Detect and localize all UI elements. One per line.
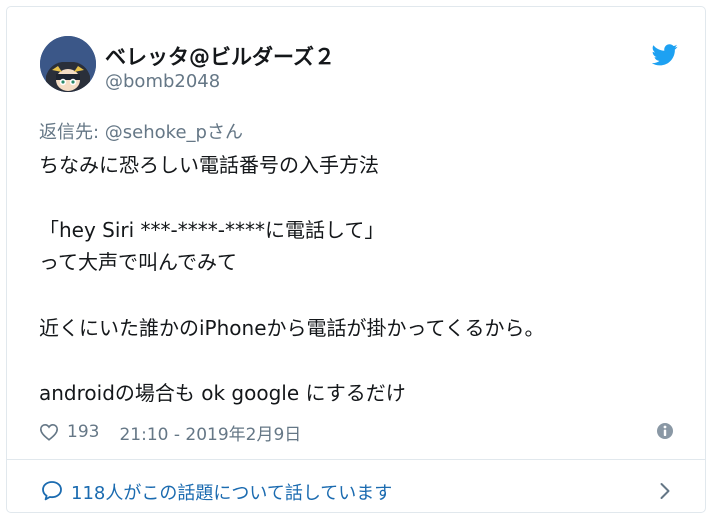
tweet-text-line: 「hey Siri ***-****-****に電話して」 <box>39 218 385 242</box>
conversation-link[interactable]: 118人がこの話題について話しています <box>7 460 705 512</box>
display-name[interactable]: ベレッタ@ビルダーズ２ <box>105 41 335 71</box>
user-handle[interactable]: @bomb2048 <box>105 71 220 92</box>
tweet-text-line: 近くにいた誰かのiPhoneから電話が掛かってくるから。 <box>39 316 545 340</box>
speech-bubble-icon <box>42 481 62 501</box>
timestamp[interactable]: 21:10 - 2019年2月9日 <box>119 420 301 445</box>
tweet-text-line: ちなみに恐ろしい電話番号の入手方法 <box>39 153 379 177</box>
tweet-card[interactable]: ベレッタ@ビルダーズ２ @bomb2048 返信先: @sehoke_pさん ち… <box>6 6 706 513</box>
chevron-right-icon[interactable] <box>659 482 671 500</box>
tweet-text-line: って大声で叫んでみて <box>39 250 237 274</box>
avatar-image <box>40 36 96 92</box>
avatar[interactable] <box>40 36 96 92</box>
heart-icon[interactable] <box>39 423 59 441</box>
like-count[interactable]: 193 <box>67 422 99 442</box>
reply-to-label[interactable]: 返信先: @sehoke_pさん <box>39 118 243 144</box>
tweet-text-line: androidの場合も ok google にするだけ <box>39 381 406 405</box>
info-icon[interactable] <box>656 422 674 440</box>
conversation-text[interactable]: 118人がこの話題について話しています <box>71 479 392 505</box>
tweet-meta: 193 21:10 - 2019年2月9日 <box>39 420 301 445</box>
twitter-bird-icon[interactable] <box>652 44 678 66</box>
